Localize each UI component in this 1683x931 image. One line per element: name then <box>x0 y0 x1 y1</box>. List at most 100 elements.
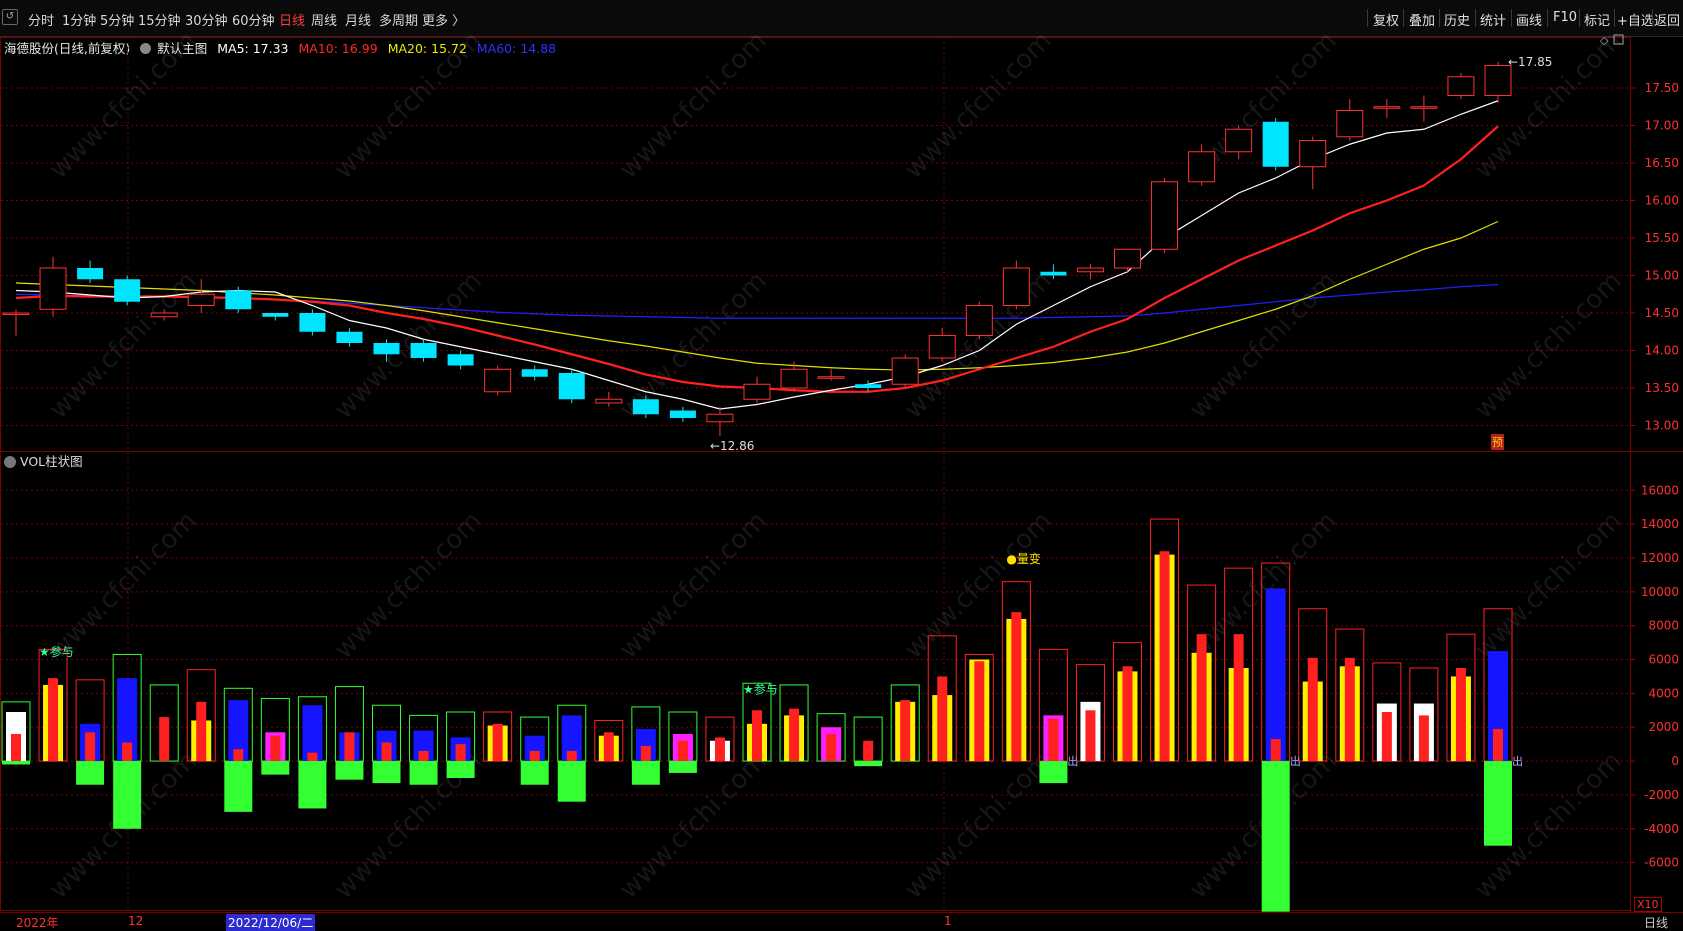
kline-chart[interactable]: 17.50 17.00 16.50 16.00 15.50 15.00 14.50 14.00… <box>0 0 1683 929</box>
vol-negative-bar <box>1039 761 1068 784</box>
watermark-text: www.cfchi.com <box>614 26 773 185</box>
candle-body-up <box>743 383 771 400</box>
vol-tick-label: 6000 <box>1648 653 1679 667</box>
price-tick-label: 17.50 <box>1645 81 1679 95</box>
candle-body-down <box>410 343 437 358</box>
price-tick-label: 15.00 <box>1645 269 1679 283</box>
vol-core-bar <box>159 717 170 762</box>
vol-core-bar <box>455 744 466 762</box>
price-tick-label: 15.50 <box>1645 231 1679 245</box>
high-price-label: ←17.85 <box>1508 55 1552 69</box>
vol-tick-label: 4000 <box>1648 686 1679 700</box>
vol-negative-bar <box>113 761 142 829</box>
candle-body-up <box>595 398 623 404</box>
candle-body-up <box>1299 140 1327 168</box>
candle-body-down <box>632 399 659 415</box>
watermark-text: www.cfchi.com <box>614 506 773 665</box>
watermark-text: www.cfchi.com <box>899 266 1058 425</box>
candle-body-down <box>558 373 585 400</box>
price-tick-label: 14.50 <box>1645 306 1679 320</box>
vol-tick-label: 8000 <box>1648 619 1679 633</box>
candle-body-up <box>1225 128 1253 153</box>
candle-body-up <box>965 305 993 336</box>
date-axis: 2022年 12 2022/12/06/二 1 日线 <box>0 912 1683 931</box>
candle-body-up <box>1151 181 1179 250</box>
candle-body-down <box>447 354 474 366</box>
vol-core-bar <box>640 745 651 762</box>
vol-core-bar <box>418 750 429 762</box>
candle-body-down <box>1040 271 1067 276</box>
vol-tick-label: 0 <box>1671 754 1679 768</box>
month-label-1: 1 <box>944 914 952 928</box>
watermark-text: www.cfchi.com <box>329 26 488 185</box>
vol-core-bar <box>1344 657 1355 762</box>
vol-tick-label: 2000 <box>1648 720 1679 734</box>
vol-core-bar <box>900 700 911 762</box>
candle-body-down <box>1262 121 1289 167</box>
candle-body-up <box>2 312 30 315</box>
signal-exit-1: 出 <box>1067 754 1078 768</box>
vol-tick-label: 12000 <box>1641 551 1679 565</box>
vol-negative-bar <box>409 761 438 785</box>
candle-body-down <box>225 290 252 310</box>
signal-volume-change: ●量变 <box>1006 551 1040 566</box>
vol-core-bar <box>307 752 318 762</box>
vol-core-bar <box>1418 715 1429 762</box>
candle-body-up <box>928 335 956 359</box>
period-label: 日线 <box>1644 916 1669 930</box>
signal-participate-1: ★参与 <box>39 644 74 659</box>
signal-exit-3: 出 <box>1512 754 1523 768</box>
vol-negative-bar <box>446 761 475 778</box>
vol-core-bar <box>529 750 540 762</box>
vol-core-bar <box>1085 710 1096 762</box>
vol-core-bar <box>863 740 874 762</box>
vol-core-bar <box>752 710 762 762</box>
vol-core-bar <box>1048 718 1059 762</box>
candle-body-up <box>1336 110 1364 138</box>
candle-body-up <box>891 357 919 385</box>
vol-core-bar <box>1493 728 1503 762</box>
candle-body-up <box>706 413 734 423</box>
candle-body-up <box>150 312 178 318</box>
price-tick-label: 17.00 <box>1645 119 1679 133</box>
candle-body-up <box>187 293 215 306</box>
vol-tick-label: -4000 <box>1644 822 1679 836</box>
candle-body-down <box>262 313 289 317</box>
vol-core-bar <box>1270 739 1281 762</box>
candle-body-down <box>299 313 326 332</box>
vol-core-bar <box>492 723 503 762</box>
month-label-12: 12 <box>128 914 144 928</box>
candle-body-down <box>669 410 696 418</box>
year-label: 2022年 <box>16 916 59 930</box>
candle-body-up <box>1076 267 1104 273</box>
price-tick-label: 13.50 <box>1645 381 1679 395</box>
vol-core-bar <box>714 737 725 762</box>
candle-body-down <box>855 384 882 388</box>
watermark-text: www.cfchi.com <box>1469 266 1628 425</box>
vol-core-bar <box>1122 666 1133 762</box>
vol-tick-label: -6000 <box>1644 856 1679 870</box>
low-price-label: ←12.86 <box>710 439 754 453</box>
vol-negative-bar <box>1261 761 1290 912</box>
vol-negative-bar <box>372 761 401 784</box>
vol-core-bar <box>270 735 281 762</box>
candle-body-up <box>1002 267 1030 306</box>
vol-tick-label: -2000 <box>1644 788 1679 802</box>
vol-core-bar <box>85 732 96 762</box>
vol-core-bar <box>603 732 614 762</box>
vol-tick-label: 14000 <box>1641 517 1679 531</box>
vol-core-bar <box>233 749 244 762</box>
watermark-text: www.cfchi.com <box>899 746 1058 905</box>
vol-negative-bar <box>298 761 327 809</box>
diamond-icon: ◇ <box>1600 34 1609 47</box>
vol-core-bar <box>48 678 59 762</box>
watermark-text: www.cfchi.com <box>1184 266 1343 425</box>
vol-tick-label: 16000 <box>1641 483 1679 497</box>
candle-body-up <box>39 267 67 310</box>
vol-core-bar <box>974 661 985 762</box>
watermark-text: www.cfchi.com <box>1469 26 1628 185</box>
candle-body-up <box>484 368 512 393</box>
candle-body-up <box>1447 76 1475 96</box>
vol-negative-bar <box>2 761 30 765</box>
vol-negative-bar <box>520 761 549 785</box>
